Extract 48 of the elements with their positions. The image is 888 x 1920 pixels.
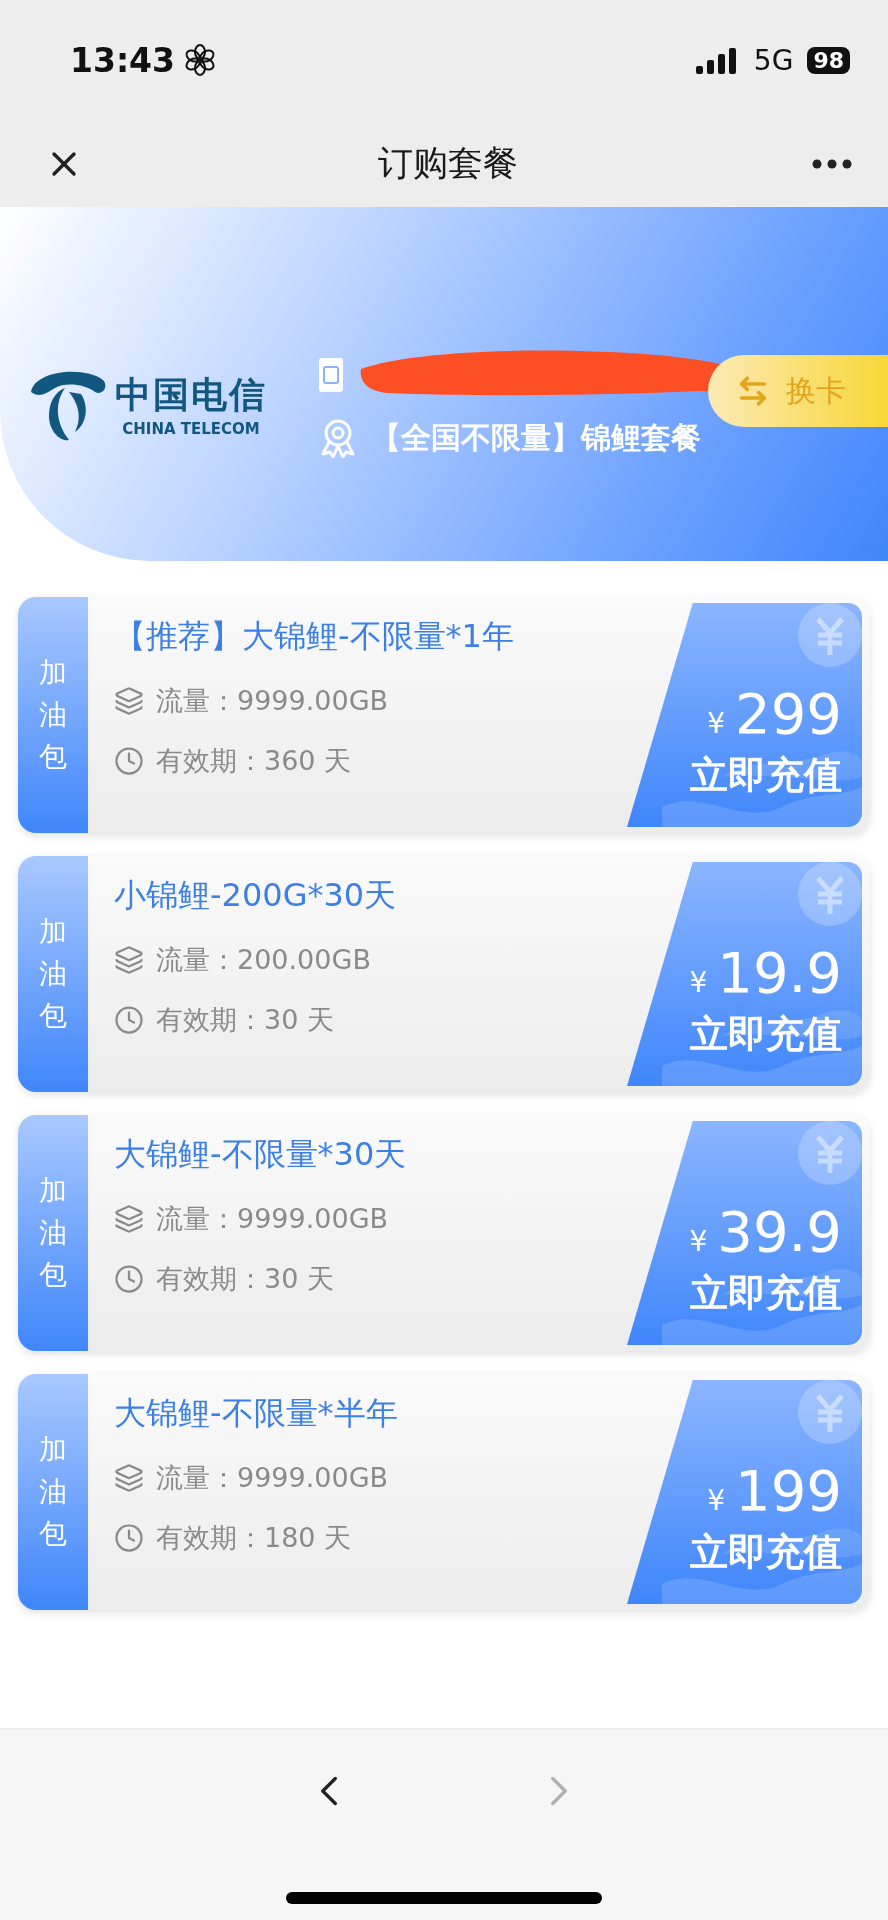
page-title: 订购套餐 xyxy=(378,142,518,185)
clock-icon xyxy=(114,1523,144,1553)
validity-period: 有效期：30 天 xyxy=(156,1003,334,1037)
plan-name: 【全国不限量】锦鲤套餐 xyxy=(371,418,701,457)
package-title: 大锦鲤-不限量*30天 xyxy=(114,1134,407,1175)
switch-card-button[interactable]: 换卡 xyxy=(708,355,888,427)
validity-period: 有效期：180 天 xyxy=(156,1521,352,1555)
logo-english-name: CHINA TELECOM xyxy=(122,419,260,438)
layers-icon xyxy=(114,1204,144,1234)
recharge-button[interactable]: 立即充值 xyxy=(690,1268,842,1319)
price-value: 299 xyxy=(735,681,842,746)
currency-symbol: ¥ xyxy=(707,707,726,740)
package-title: 【推荐】大锦鲤-不限量*1年 xyxy=(114,616,514,657)
data-amount: 流量：9999.00GB xyxy=(156,1461,389,1495)
package-tag: 加油包 xyxy=(18,856,88,1092)
sim-card-icon xyxy=(319,357,343,392)
data-amount: 流量：200.00GB xyxy=(156,943,371,977)
recharge-button[interactable]: 立即充值 xyxy=(690,1527,842,1578)
clock-icon xyxy=(114,746,144,776)
price-value: 39.9 xyxy=(717,1199,842,1264)
logo-chinese-name: 中国电信 xyxy=(115,371,267,417)
package-title: 大锦鲤-不限量*半年 xyxy=(114,1393,398,1434)
layers-icon xyxy=(114,686,144,716)
data-amount: 流量：9999.00GB xyxy=(156,684,389,718)
clock-icon xyxy=(114,1264,144,1294)
validity-period: 有效期：30 天 xyxy=(156,1262,334,1296)
validity-period: 有效期：360 天 xyxy=(156,744,352,778)
layers-icon xyxy=(114,1463,144,1493)
currency-symbol: ¥ xyxy=(707,1484,726,1517)
clock-time: 13:43 xyxy=(70,40,176,80)
currency-symbol: ¥ xyxy=(689,1225,708,1258)
more-icon xyxy=(812,158,852,169)
recharge-button[interactable]: 立即充值 xyxy=(690,1009,842,1060)
price-value: 19.9 xyxy=(717,940,842,1005)
price-value: 199 xyxy=(735,1458,842,1523)
package-tag: 加油包 xyxy=(18,597,88,833)
package-tag: 加油包 xyxy=(18,1115,88,1351)
recharge-button[interactable]: 立即充值 xyxy=(690,750,842,801)
more-button[interactable] xyxy=(812,158,852,169)
clock-icon xyxy=(114,1005,144,1035)
battery-level: 98 xyxy=(807,46,850,74)
currency-symbol: ¥ xyxy=(689,966,708,999)
package-tag: 加油包 xyxy=(18,1374,88,1610)
package-title: 小锦鲤-200G*30天 xyxy=(114,875,397,916)
layers-icon xyxy=(114,945,144,975)
award-icon xyxy=(319,418,357,458)
data-amount: 流量：9999.00GB xyxy=(156,1202,389,1236)
network-label: 5G xyxy=(753,43,794,77)
